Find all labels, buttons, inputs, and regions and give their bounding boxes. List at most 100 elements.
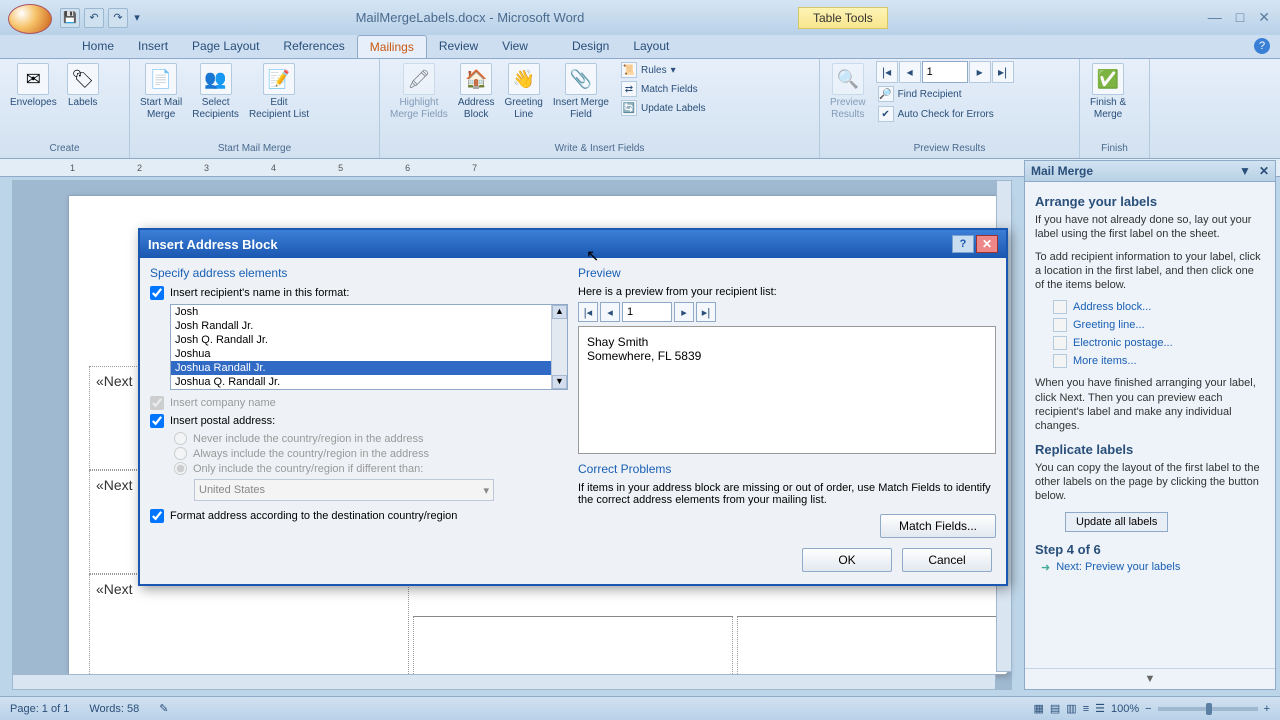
list-item[interactable]: Joshua (171, 347, 567, 361)
ok-button[interactable]: OK (802, 548, 892, 572)
greeting-line-link[interactable]: Greeting line... (1053, 318, 1265, 332)
preview-first-icon[interactable]: |◂ (578, 302, 598, 322)
preview-results-button[interactable]: 🔍Preview Results (826, 61, 870, 122)
rules-button[interactable]: 📜Rules ▾ (619, 61, 708, 79)
scroll-down-icon[interactable]: ▼ (552, 375, 567, 389)
cancel-button[interactable]: Cancel (902, 548, 992, 572)
labels-button[interactable]: 🏷Labels (63, 61, 103, 111)
tab-references[interactable]: References (271, 35, 356, 58)
preview-next-icon[interactable]: ▸ (674, 302, 694, 322)
auto-check-errors-button[interactable]: ✔Auto Check for Errors (876, 105, 1014, 123)
view-full-screen-icon[interactable]: ▤ (1050, 702, 1060, 715)
arrange-p2: To add recipient information to your lab… (1035, 250, 1265, 293)
maximize-icon[interactable]: □ (1236, 9, 1244, 26)
match-fields-button[interactable]: Match Fields... (880, 514, 996, 538)
label-cell[interactable] (413, 616, 733, 676)
finish-merge-button[interactable]: ✅Finish & Merge (1086, 61, 1130, 122)
taskpane-close-icon[interactable]: ✕ (1259, 164, 1269, 178)
list-item[interactable]: Josh Q. Randall Jr. (171, 333, 567, 347)
tab-design[interactable]: Design (560, 35, 621, 58)
close-icon[interactable]: ✕ (1258, 9, 1270, 26)
tab-insert[interactable]: Insert (126, 35, 180, 58)
qat-dropdown-icon[interactable]: ▾ (132, 8, 142, 28)
last-record-icon[interactable]: ▸| (992, 61, 1014, 83)
taskpane-footer-dropdown[interactable]: ▼ (1025, 668, 1275, 689)
specify-elements-heading: Specify address elements (150, 266, 568, 280)
insert-merge-field-button[interactable]: 📎Insert Merge Field (549, 61, 613, 122)
address-block-button[interactable]: 🏠Address Block (454, 61, 499, 122)
insert-postal-checkbox[interactable]: Insert postal address: (150, 414, 568, 428)
dialog-titlebar[interactable]: Insert Address Block ? ✕ (140, 230, 1006, 258)
taskpane-dropdown-icon[interactable]: ▼ (1239, 164, 1251, 178)
update-labels-button[interactable]: 🔄Update Labels (619, 99, 708, 117)
save-icon[interactable]: 💾 (60, 8, 80, 28)
step-label: Step 4 of 6 (1035, 542, 1265, 557)
view-outline-icon[interactable]: ≡ (1083, 703, 1089, 715)
minimize-icon[interactable]: — (1208, 9, 1222, 26)
dialog-close-icon[interactable]: ✕ (976, 235, 998, 253)
undo-icon[interactable]: ↶ (84, 8, 104, 28)
preview-record-input[interactable] (622, 302, 672, 322)
horizontal-scrollbar[interactable] (12, 674, 996, 690)
more-items-link[interactable]: More items... (1053, 354, 1265, 368)
label-cell[interactable] (737, 616, 1007, 676)
redo-icon[interactable]: ↷ (108, 8, 128, 28)
name-format-list[interactable]: Josh Josh Randall Jr. Josh Q. Randall Jr… (170, 304, 568, 390)
tab-view[interactable]: View (490, 35, 540, 58)
zoom-level[interactable]: 100% (1111, 703, 1139, 715)
zoom-in-icon[interactable]: + (1264, 703, 1270, 715)
tab-review[interactable]: Review (427, 35, 490, 58)
next-record-icon[interactable]: ▸ (969, 61, 991, 83)
list-item[interactable]: Josh Randall Jr. (171, 319, 567, 333)
tab-pagelayout[interactable]: Page Layout (180, 35, 271, 58)
start-mail-merge-group-label: Start Mail Merge (136, 141, 373, 156)
preview-prev-icon[interactable]: ◂ (600, 302, 620, 322)
list-item[interactable]: Joshua Q. Randall Jr. (171, 375, 567, 389)
start-mail-merge-button[interactable]: 📄Start Mail Merge (136, 61, 186, 122)
view-web-icon[interactable]: ▥ (1066, 702, 1076, 715)
tab-mailings[interactable]: Mailings (357, 35, 427, 58)
zoom-slider[interactable] (1158, 707, 1258, 711)
find-recipient-button[interactable]: 🔎Find Recipient (876, 85, 1014, 103)
view-print-layout-icon[interactable]: ▦ (1033, 702, 1043, 715)
list-item-selected[interactable]: Joshua Randall Jr. (171, 361, 567, 375)
electronic-postage-link[interactable]: Electronic postage... (1053, 336, 1265, 350)
tab-layout[interactable]: Layout (621, 35, 681, 58)
scroll-up-icon[interactable]: ▲ (552, 305, 567, 319)
spellcheck-icon[interactable]: ✎ (159, 702, 168, 715)
update-all-labels-button[interactable]: Update all labels (1065, 512, 1168, 532)
next-step-link[interactable]: ➜Next: Preview your labels (1041, 561, 1265, 574)
taskpane-title: Mail Merge (1031, 164, 1093, 178)
edit-recipient-list-button[interactable]: 📝Edit Recipient List (245, 61, 313, 122)
word-count[interactable]: Words: 58 (89, 703, 139, 715)
preview-last-icon[interactable]: ▸| (696, 302, 716, 322)
greeting-line-icon (1053, 318, 1067, 332)
dialog-help-icon[interactable]: ? (952, 235, 974, 253)
replicate-p: You can copy the layout of the first lab… (1035, 461, 1265, 504)
next-arrow-icon: ➜ (1041, 561, 1050, 574)
list-item[interactable]: Josh (171, 305, 567, 319)
insert-name-checkbox[interactable]: Insert recipient's name in this format: (150, 286, 568, 300)
zoom-out-icon[interactable]: − (1145, 703, 1151, 715)
greeting-line-button[interactable]: 👋Greeting Line (501, 61, 547, 122)
office-button[interactable] (8, 4, 52, 34)
listbox-scrollbar[interactable]: ▲▼ (551, 305, 567, 389)
record-number-input[interactable] (922, 61, 968, 83)
select-recipients-button[interactable]: 👥Select Recipients (188, 61, 243, 122)
postage-icon (1053, 336, 1067, 350)
page-status[interactable]: Page: 1 of 1 (10, 703, 69, 715)
prev-record-icon[interactable]: ◂ (899, 61, 921, 83)
match-fields-button[interactable]: ⇄Match Fields (619, 80, 708, 98)
format-destination-checkbox[interactable]: Format address according to the destinat… (150, 509, 568, 523)
more-items-icon (1053, 354, 1067, 368)
envelopes-button[interactable]: ✉Envelopes (6, 61, 61, 111)
highlight-merge-fields-button[interactable]: 🖍Highlight Merge Fields (386, 61, 452, 122)
label-cell[interactable]: «Next (89, 574, 409, 678)
arrange-labels-heading: Arrange your labels (1035, 194, 1265, 209)
document-title: MailMergeLabels.docx - Microsoft Word (142, 10, 798, 25)
tab-home[interactable]: Home (70, 35, 126, 58)
help-icon[interactable]: ? (1254, 38, 1270, 54)
address-block-link[interactable]: Address block... (1053, 300, 1265, 314)
first-record-icon[interactable]: |◂ (876, 61, 898, 83)
view-draft-icon[interactable]: ☰ (1095, 702, 1105, 715)
